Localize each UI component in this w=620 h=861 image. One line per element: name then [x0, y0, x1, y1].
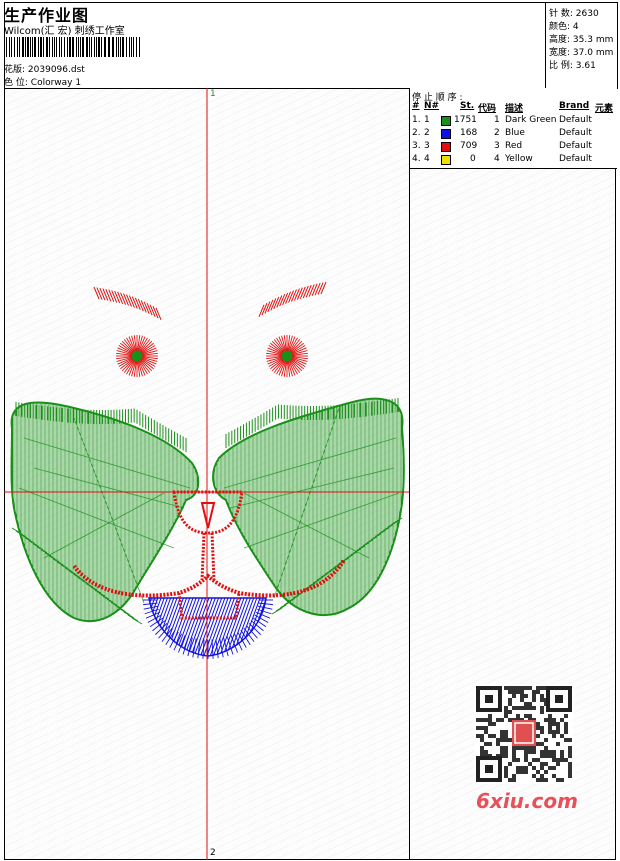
color-swatch: [441, 142, 451, 152]
right-leaf-shape: [212, 397, 405, 617]
col-stitches: St.: [460, 101, 475, 111]
axis-bottom-marker: 2: [210, 848, 216, 858]
eyebrows: [93, 281, 327, 320]
color-swatch: [441, 129, 451, 139]
stat-scale: 比 例: 3.61: [549, 61, 596, 71]
design-label: 花版:: [4, 65, 26, 75]
table-row: 4. 4 0 4 Yellow Default: [412, 154, 592, 165]
color-swatch: [441, 155, 451, 165]
col-description: 描述: [505, 104, 524, 114]
qr-code-icon: [474, 684, 574, 784]
stop-sequence-table: 停 止 顺 序 : # N# St. 代码 描述 Brand 元素 1. 1 1…: [409, 88, 617, 169]
stat-width: 宽度: 37.0 mm: [549, 48, 614, 58]
design-value: 2039096.dst: [27, 65, 85, 75]
col-needle: N#: [424, 101, 440, 111]
col-index: #: [412, 101, 420, 111]
table-row: 1. 1 1751 1 Dark Green Default: [412, 115, 592, 126]
table-row: 3. 3 709 3 Red Default: [412, 141, 592, 152]
colorway-value: Colorway 1: [30, 78, 82, 88]
stats-panel: 针 数: 2630 颜色: 4 高度: 35.3 mm 宽度: 37.0 mm …: [545, 2, 617, 88]
right-eye: [266, 335, 308, 377]
company-name: Wilcom(汇 宏) 刺绣工作室: [4, 26, 125, 37]
watermark-site: 6xiu.com: [476, 789, 578, 813]
colorway-label: 色 位:: [4, 78, 28, 88]
col-element: 元素: [595, 104, 614, 114]
col-brand: Brand: [559, 101, 590, 111]
stat-stitches: 针 数: 2630: [549, 9, 599, 19]
col-code: 代码: [478, 104, 497, 114]
barcode-icon: [6, 37, 140, 57]
colorway-line: 色 位: Colorway 1: [4, 75, 81, 88]
color-swatch: [441, 116, 451, 126]
panel-divider: [409, 168, 410, 860]
table-row: 2. 2 168 2 Blue Default: [412, 128, 592, 139]
axis-top-marker: 1: [210, 89, 216, 99]
design-file-line: 花版: 2039096.dst: [4, 62, 85, 75]
stat-height: 高度: 35.3 mm: [549, 35, 614, 45]
stat-colors: 颜色: 4: [549, 22, 579, 32]
left-eye: [116, 335, 158, 377]
embroidery-preview: [4, 88, 410, 860]
